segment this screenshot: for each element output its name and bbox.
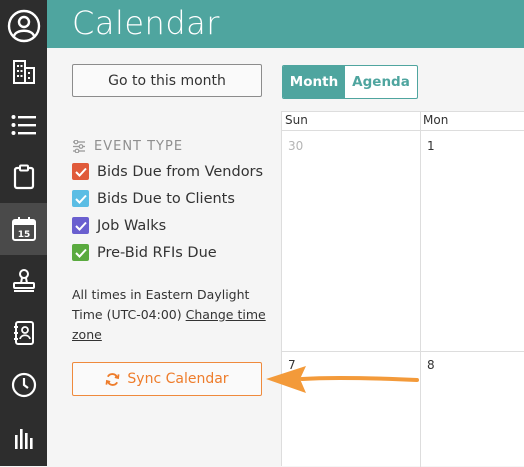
- filter-pre-bid-rfis-due[interactable]: Pre-Bid RFIs Due: [72, 244, 217, 261]
- nav-calendar[interactable]: 15: [0, 203, 47, 255]
- building-icon: [12, 60, 35, 84]
- grid-line: [420, 112, 421, 467]
- list-icon: [11, 115, 36, 135]
- filter-label: Pre-Bid RFIs Due: [97, 244, 217, 261]
- contacts-book-icon: [13, 321, 34, 345]
- sync-calendar-label: Sync Calendar: [127, 371, 229, 387]
- day-cell-number[interactable]: 1: [427, 139, 435, 153]
- nav-clock[interactable]: [0, 359, 47, 411]
- checkbox-checked[interactable]: [72, 163, 89, 180]
- checkbox-checked[interactable]: [72, 217, 89, 234]
- header-bar: Calendar: [47, 0, 524, 48]
- grid-line: [282, 351, 524, 352]
- filter-job-walks[interactable]: Job Walks: [72, 217, 166, 234]
- grid-line: [282, 130, 524, 131]
- timezone-note: All times in Eastern Daylight Time (UTC-…: [72, 285, 272, 345]
- month-view-button[interactable]: Month: [283, 66, 345, 98]
- check-icon: [74, 221, 87, 231]
- event-type-header: EVENT TYPE: [72, 139, 183, 154]
- calendar-icon-day: 15: [17, 230, 30, 240]
- agenda-view-button[interactable]: Agenda: [345, 66, 417, 98]
- filter-label: Job Walks: [97, 217, 167, 234]
- filter-label: Bids Due to Clients: [97, 190, 235, 207]
- filter-bids-due-from-vendors[interactable]: Bids Due from Vendors: [72, 163, 263, 180]
- check-icon: [74, 248, 87, 258]
- month-grid: Sun Mon 30 1 7 8: [281, 111, 524, 467]
- nav-reports[interactable]: [0, 412, 47, 464]
- nav-clipboard[interactable]: [0, 151, 47, 203]
- check-icon: [74, 194, 87, 204]
- clock-icon: [11, 372, 36, 398]
- sync-icon: [105, 372, 120, 386]
- checkbox-checked[interactable]: [72, 190, 89, 207]
- page-title: Calendar: [72, 4, 220, 42]
- sliders-icon: [73, 140, 85, 153]
- left-nav-rail: 15: [0, 0, 47, 466]
- stamp-icon: [12, 269, 35, 292]
- nav-companies[interactable]: [0, 46, 47, 98]
- nav-stamp[interactable]: [0, 255, 47, 307]
- day-cell-number[interactable]: 30: [288, 139, 303, 153]
- annotation-arrow-icon: [266, 366, 419, 393]
- day-header-mon: Mon: [423, 113, 449, 127]
- view-toggle: Month Agenda: [282, 65, 418, 99]
- user-circle-icon: [7, 9, 40, 43]
- day-cell-number[interactable]: 8: [427, 358, 435, 372]
- filter-bids-due-to-clients[interactable]: Bids Due to Clients: [72, 190, 235, 207]
- sync-calendar-button[interactable]: Sync Calendar: [72, 362, 262, 396]
- nav-contacts[interactable]: [0, 307, 47, 359]
- bar-chart-icon: [14, 429, 33, 449]
- nav-list[interactable]: [0, 99, 47, 151]
- go-to-this-month-button[interactable]: Go to this month: [72, 64, 262, 97]
- calendar-icon: 15: [11, 217, 36, 241]
- nav-profile[interactable]: [0, 0, 47, 52]
- day-header-sun: Sun: [285, 113, 308, 127]
- filter-label: Bids Due from Vendors: [97, 163, 264, 180]
- checkbox-checked[interactable]: [72, 244, 89, 261]
- check-icon: [74, 167, 87, 177]
- calendar-side-panel: Go to this month EVENT TYPE Bids Due fro…: [47, 48, 272, 466]
- event-type-label: EVENT TYPE: [94, 139, 184, 154]
- clipboard-icon: [13, 164, 34, 190]
